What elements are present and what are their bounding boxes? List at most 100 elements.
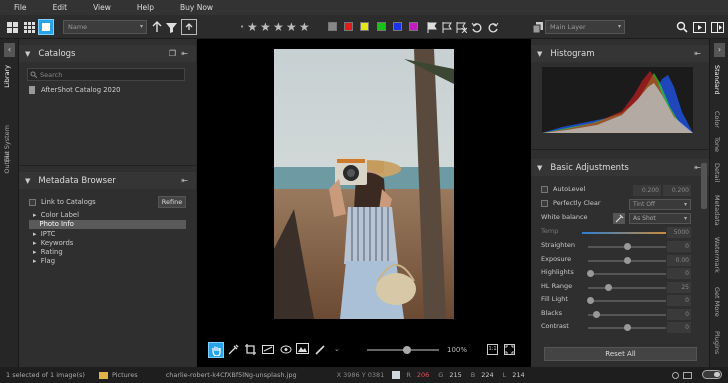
menu-buy-now[interactable]: Buy Now bbox=[180, 3, 213, 12]
chevron-down-icon[interactable]: ⌄ bbox=[334, 345, 340, 353]
slider-knob[interactable] bbox=[604, 283, 612, 291]
add-catalog-icon[interactable]: ❐ bbox=[169, 49, 176, 58]
slider-track[interactable] bbox=[586, 270, 666, 277]
grid-large-view-icon[interactable] bbox=[4, 19, 20, 35]
slider-value[interactable]: 0 bbox=[667, 322, 691, 333]
photo-preview[interactable] bbox=[274, 49, 454, 319]
tab-metadata[interactable]: Metadata bbox=[713, 195, 721, 226]
slider-knob[interactable] bbox=[624, 324, 631, 331]
status-screen-icon[interactable] bbox=[683, 371, 692, 379]
crop-icon[interactable] bbox=[245, 344, 256, 355]
color-label-blue[interactable] bbox=[393, 22, 402, 31]
white-balance-select[interactable]: As Shot ▾ bbox=[629, 213, 691, 224]
slideshow-icon[interactable] bbox=[691, 19, 707, 35]
tab-watermark[interactable]: Watermark bbox=[713, 237, 721, 273]
metadata-browser-header[interactable]: ▼ Metadata Browser ⇤ bbox=[19, 172, 196, 189]
slider-track[interactable] bbox=[588, 324, 666, 331]
tab-color[interactable]: Color bbox=[713, 111, 721, 128]
color-label-magenta[interactable] bbox=[409, 22, 418, 31]
panel-scrollbar[interactable] bbox=[701, 163, 707, 209]
tab-output[interactable]: Output bbox=[3, 151, 11, 174]
tab-standard[interactable]: Standard bbox=[713, 65, 721, 95]
tab-plugins[interactable]: Plugins bbox=[713, 331, 721, 354]
slider-track[interactable] bbox=[586, 297, 666, 304]
slider-knob[interactable] bbox=[586, 270, 594, 277]
color-label-red[interactable] bbox=[344, 22, 353, 31]
tree-item-photo-info[interactable]: Photo Info bbox=[33, 220, 73, 228]
tab-library[interactable]: Library bbox=[3, 65, 11, 88]
tree-item-color-label[interactable]: ▸ Color Label bbox=[33, 211, 79, 219]
tree-item-rating[interactable]: ▸ Rating bbox=[33, 248, 63, 256]
fit-to-window-icon[interactable] bbox=[504, 344, 515, 355]
search-icon[interactable] bbox=[674, 19, 690, 35]
star-icon[interactable]: ★ bbox=[299, 20, 310, 34]
slider-value[interactable]: 0.00 bbox=[667, 254, 691, 266]
tree-item-flag[interactable]: ▸ Flag bbox=[33, 257, 55, 265]
pin-icon[interactable]: ⇤ bbox=[181, 176, 188, 185]
autolevel-checkbox[interactable] bbox=[541, 185, 548, 193]
collapse-triangle-icon[interactable]: ▼ bbox=[25, 50, 30, 58]
region-edit-icon[interactable] bbox=[296, 343, 309, 355]
temp-slider[interactable] bbox=[582, 232, 666, 234]
straighten-icon[interactable] bbox=[262, 344, 274, 355]
tab-detail[interactable]: Detail bbox=[713, 163, 721, 182]
autolevel-low-field[interactable]: 0.200 bbox=[633, 185, 661, 196]
hand-tool-icon[interactable] bbox=[208, 342, 224, 358]
slider-value[interactable]: 25 bbox=[667, 281, 691, 293]
menu-file[interactable]: File bbox=[14, 3, 27, 12]
layer-select[interactable]: Main Layer ▾ bbox=[545, 20, 625, 34]
slider-value[interactable]: 0 bbox=[667, 268, 691, 279]
rotate-left-icon[interactable] bbox=[469, 19, 485, 35]
slider-knob[interactable] bbox=[624, 256, 631, 264]
redeye-icon[interactable] bbox=[280, 344, 292, 355]
collapse-right-icon[interactable]: › bbox=[714, 43, 725, 57]
slider-value[interactable]: 0 bbox=[667, 308, 691, 320]
slider-track[interactable] bbox=[588, 243, 666, 250]
menu-help[interactable]: Help bbox=[137, 3, 154, 12]
slider-knob[interactable] bbox=[624, 243, 631, 250]
perfectly-clear-checkbox[interactable] bbox=[541, 199, 548, 207]
pin-icon[interactable]: ⇤ bbox=[694, 163, 701, 172]
star-icon[interactable]: ★ bbox=[247, 20, 258, 34]
star-icon[interactable]: ★ bbox=[273, 20, 284, 34]
zoom-slider-knob[interactable] bbox=[403, 346, 411, 354]
collapse-left-icon[interactable]: ‹ bbox=[4, 43, 15, 57]
refine-button[interactable]: Refine bbox=[158, 196, 186, 208]
collapse-triangle-icon[interactable]: ▼ bbox=[25, 177, 30, 185]
pin-icon[interactable]: ⇤ bbox=[181, 49, 188, 58]
brush-icon[interactable] bbox=[315, 344, 326, 355]
slider-track[interactable] bbox=[588, 283, 666, 291]
compare-view-icon[interactable] bbox=[709, 19, 725, 35]
layers-icon[interactable] bbox=[530, 19, 546, 35]
eyedropper-icon[interactable] bbox=[613, 213, 625, 224]
slider-knob[interactable] bbox=[586, 297, 594, 304]
reset-all-button[interactable]: Reset All bbox=[544, 347, 697, 361]
grid-small-view-icon[interactable] bbox=[21, 19, 37, 35]
histogram-header[interactable]: ▼ Histogram ⇤ bbox=[531, 45, 709, 62]
link-to-catalogs-checkbox[interactable]: Link to Catalogs bbox=[29, 198, 96, 206]
slider-track[interactable] bbox=[588, 256, 666, 264]
slider-track[interactable] bbox=[588, 310, 666, 318]
color-label-green[interactable] bbox=[377, 22, 386, 31]
tree-item-keywords[interactable]: ▸ Keywords bbox=[33, 239, 73, 247]
star-icon[interactable]: ★ bbox=[286, 20, 297, 34]
sort-name-select[interactable]: Name ▾ bbox=[63, 20, 147, 34]
tree-item-iptc[interactable]: ▸ IPTC bbox=[33, 230, 55, 238]
temp-value[interactable]: 5000 bbox=[667, 227, 691, 238]
autolevel-high-field[interactable]: 0.200 bbox=[663, 185, 691, 196]
collapse-triangle-icon[interactable]: ▼ bbox=[537, 164, 542, 172]
filter-icon[interactable] bbox=[163, 19, 179, 35]
slider-value[interactable]: 0 bbox=[667, 241, 691, 252]
star-icon[interactable]: ★ bbox=[260, 20, 271, 34]
pin-icon[interactable]: ⇤ bbox=[694, 49, 701, 58]
flag-icon[interactable] bbox=[424, 19, 440, 35]
preview-toggle[interactable] bbox=[702, 370, 722, 379]
tab-get-more[interactable]: Get More bbox=[713, 287, 721, 317]
unflag-icon[interactable] bbox=[453, 19, 469, 35]
tab-tone[interactable]: Tone bbox=[713, 137, 721, 152]
catalogs-header[interactable]: ▼ Catalogs ❐ ⇤ bbox=[19, 45, 196, 62]
menu-view[interactable]: View bbox=[93, 3, 111, 12]
menu-edit[interactable]: Edit bbox=[53, 3, 68, 12]
catalog-search-input[interactable]: Search bbox=[27, 68, 185, 81]
slider-value[interactable]: 0 bbox=[667, 295, 691, 306]
